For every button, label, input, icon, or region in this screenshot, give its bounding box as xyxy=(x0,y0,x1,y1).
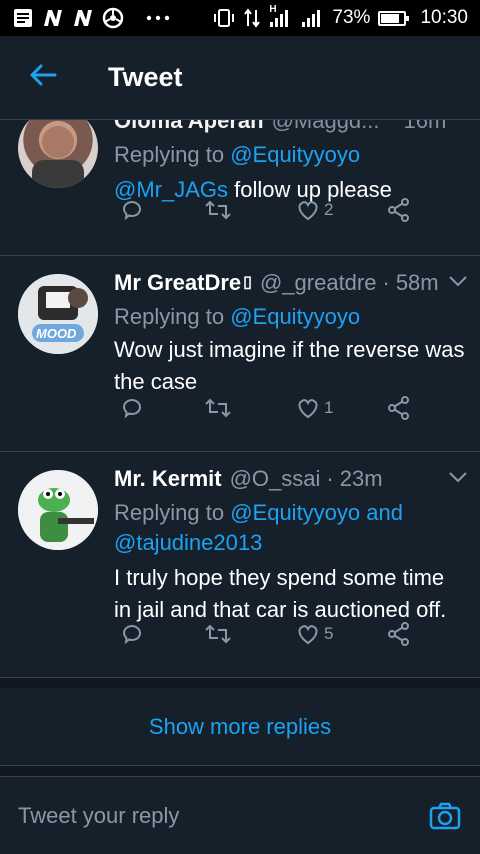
replying-to-link[interactable]: @Equityyoyo xyxy=(230,142,360,167)
reply-item[interactable]: Mr. Kermit @O_ssai · 23m Replying to @Eq… xyxy=(0,452,480,678)
replying-to-link[interactable]: @tajudine2013 xyxy=(114,530,262,555)
retweet-button[interactable] xyxy=(204,396,232,420)
back-arrow-icon xyxy=(29,63,57,92)
replying-to-label: Replying to xyxy=(114,304,225,329)
retweet-button[interactable] xyxy=(204,198,232,222)
data-arrows-icon xyxy=(244,8,261,28)
compose-bar: Tweet your reply xyxy=(0,776,480,854)
reply-button[interactable] xyxy=(120,396,144,420)
replies-list: Oloma Aperan @Maggd... 16m Replying to @… xyxy=(0,108,480,678)
replying-to-label: Replying to xyxy=(114,500,225,525)
chevron-down-icon[interactable] xyxy=(448,274,468,293)
like-count: 1 xyxy=(324,398,334,417)
meta-dot: · xyxy=(382,270,390,295)
reply-button[interactable] xyxy=(120,622,144,646)
reply-input[interactable]: Tweet your reply xyxy=(18,803,428,829)
reply-content: Mr GreatDre ▯ @_greatdre · 58m Replying … xyxy=(114,268,468,398)
reply-text: I truly hope they spend some time in jai… xyxy=(114,565,447,622)
meta-dot: · xyxy=(326,466,334,491)
reply-meta: Mr. Kermit @O_ssai · 23m xyxy=(114,464,466,494)
carrier-n-icon xyxy=(42,8,64,28)
avatar[interactable]: MOOD xyxy=(18,274,98,354)
replying-to-link[interactable]: @Equityyoyo xyxy=(230,304,360,329)
like-count: 5 xyxy=(324,624,334,643)
like-button[interactable]: 1 xyxy=(296,397,333,419)
reply-time: 58m xyxy=(395,270,439,295)
replying-to: Replying to @Equityyoyo xyxy=(114,302,466,332)
share-button[interactable] xyxy=(386,395,412,421)
avatar-badge-text: MOOD xyxy=(36,326,77,341)
replying-to: Replying to @Equityyoyo xyxy=(114,140,466,170)
status-bar: H 73% 10:30 xyxy=(0,0,480,36)
carrier-n-icon xyxy=(72,8,94,28)
camera-icon[interactable] xyxy=(428,799,462,833)
signal-icon xyxy=(300,8,324,28)
vibrate-icon xyxy=(212,8,236,28)
notes-icon xyxy=(12,7,34,29)
author-handle[interactable]: @O_ssai xyxy=(230,464,321,494)
reply-text: @Mr_JAGs follow up please xyxy=(114,174,466,206)
battery-percent: 73% xyxy=(332,7,371,28)
more-dots-icon xyxy=(146,14,170,22)
reply-item[interactable]: Oloma Aperan @Maggd... 16m Replying to @… xyxy=(0,108,480,256)
reply-content: Mr. Kermit @O_ssai · 23m Replying to @Eq… xyxy=(114,464,468,626)
avatar[interactable] xyxy=(18,108,98,188)
author-name[interactable]: Mr GreatDre xyxy=(114,268,241,298)
author-handle[interactable]: @_greatdre xyxy=(260,268,377,298)
show-more-row[interactable]: Show more replies xyxy=(0,688,480,766)
share-button[interactable] xyxy=(386,621,412,647)
back-button[interactable] xyxy=(0,36,86,120)
like-button[interactable]: 2 xyxy=(296,199,333,221)
clock: 10:30 xyxy=(420,7,468,28)
reply-button[interactable] xyxy=(120,198,144,222)
app-header: Tweet xyxy=(0,36,480,120)
signal-icon: H xyxy=(268,4,292,28)
status-bar-left xyxy=(12,7,212,29)
browser-icon xyxy=(102,7,124,29)
name-badge: ▯ xyxy=(243,274,252,291)
chevron-down-icon[interactable] xyxy=(448,470,468,489)
page-title: Tweet xyxy=(108,62,183,92)
like-button[interactable]: 5 xyxy=(296,623,333,645)
show-more-replies-link[interactable]: Show more replies xyxy=(149,714,331,740)
status-bar-right: H 73% 10:30 xyxy=(212,4,468,29)
like-count: 2 xyxy=(324,200,334,219)
section-divider xyxy=(0,678,480,688)
share-button[interactable] xyxy=(386,197,412,223)
replying-to-link[interactable]: @Equityyoyo and xyxy=(230,500,403,525)
author-name[interactable]: Mr. Kermit xyxy=(114,464,222,494)
reply-item[interactable]: MOOD Mr GreatDre ▯ @_greatdre · 58m Repl… xyxy=(0,256,480,452)
reply-time: 23m xyxy=(339,466,383,491)
replying-to-label: Replying to xyxy=(114,142,225,167)
reply-content: Oloma Aperan @Maggd... 16m Replying to @… xyxy=(114,106,466,206)
battery-icon xyxy=(378,10,410,26)
reply-text: Wow just imagine if the reverse was the … xyxy=(114,337,465,394)
replying-to: Replying to @Equityyoyo and xyxy=(114,498,466,528)
replying-to-second: @tajudine2013 xyxy=(114,528,466,558)
section-divider xyxy=(0,766,480,776)
reply-meta: Mr GreatDre ▯ @_greatdre · 58m xyxy=(114,268,466,298)
network-type-label: H xyxy=(269,4,277,15)
avatar[interactable] xyxy=(18,470,98,550)
retweet-button[interactable] xyxy=(204,622,232,646)
